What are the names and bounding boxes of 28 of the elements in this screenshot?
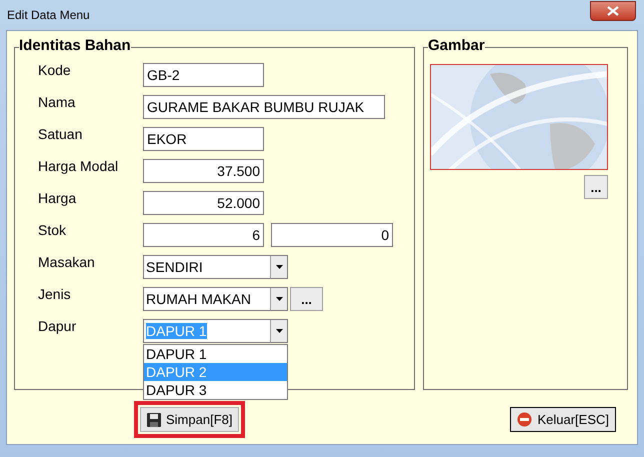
field-label: Nama bbox=[38, 93, 76, 111]
input-field[interactable]: EKOR bbox=[143, 127, 264, 151]
dropdown-field[interactable]: SENDIRI bbox=[143, 255, 288, 279]
close-button[interactable] bbox=[590, 1, 636, 21]
field-label: Harga bbox=[38, 189, 78, 207]
input-field[interactable]: GB-2 bbox=[143, 63, 264, 87]
browse-button[interactable]: ... bbox=[584, 175, 608, 199]
exit-button[interactable]: Keluar[ESC] bbox=[510, 407, 616, 432]
save-button[interactable]: Simpan[F8] bbox=[140, 407, 240, 432]
field-label: Satuan bbox=[38, 125, 84, 143]
input-field[interactable]: GURAME BAKAR BUMBU RUJAK bbox=[143, 95, 385, 119]
dropdown-option[interactable]: DAPUR 1 bbox=[144, 345, 287, 363]
close-icon bbox=[607, 6, 619, 16]
field-label: Dapur bbox=[38, 317, 78, 335]
dropdown-field[interactable]: RUMAH MAKAN bbox=[143, 287, 288, 311]
field-label: Stok bbox=[38, 221, 68, 239]
field-label: Jenis bbox=[38, 285, 72, 303]
no-entry-icon bbox=[517, 412, 532, 427]
input-field[interactable]: 6 bbox=[143, 223, 264, 247]
browse-button[interactable]: ... bbox=[290, 287, 323, 311]
field-label: Harga Modal bbox=[38, 157, 120, 175]
field-label: Kode bbox=[38, 61, 72, 79]
input-field[interactable]: 52.000 bbox=[143, 191, 264, 215]
input-field[interactable]: 0 bbox=[271, 223, 393, 247]
window-title: Edit Data Menu bbox=[7, 7, 90, 24]
input-field[interactable]: 37.500 bbox=[143, 159, 264, 183]
dropdown-option[interactable]: DAPUR 3 bbox=[144, 381, 287, 399]
field-label: Masakan bbox=[38, 253, 96, 271]
